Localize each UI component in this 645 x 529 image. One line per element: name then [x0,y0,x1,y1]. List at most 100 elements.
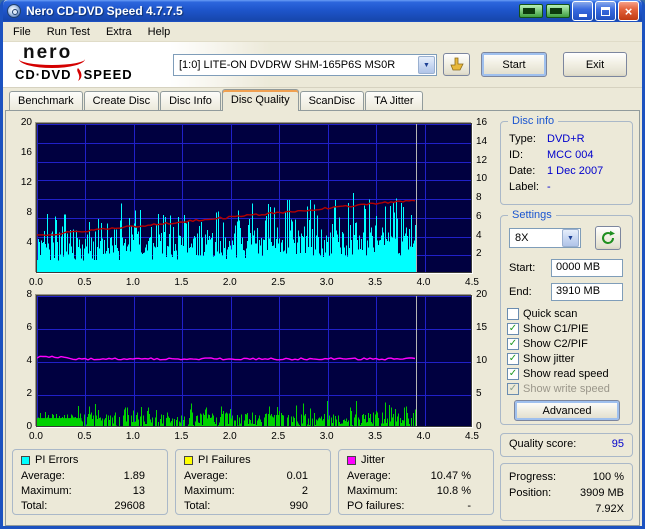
tick-label: 20 [476,289,488,300]
close-button[interactable]: × [618,1,639,21]
tick-label: 12 [20,177,32,188]
start-input[interactable]: 0000 MB [551,259,623,277]
checkbox-box[interactable]: ✓ [507,337,519,350]
pi-failures-panel: PI Failures Average: 0.01 Maximum: 2 Total… [175,449,331,515]
tick-label: 2 [26,388,32,399]
checkbox-show-jitter[interactable]: ✓ Show jitter [507,351,629,366]
stat-value: 1.89 [123,470,145,482]
progress-value: 100 % [592,471,624,483]
stat-value: 2 [301,485,308,497]
tab-create-disc[interactable]: Create Disc [83,91,160,110]
menu-file[interactable]: File [5,24,39,40]
speed-select[interactable]: 8X ▼ [509,228,581,248]
chevron-down-icon[interactable]: ▼ [562,229,579,247]
menu-run-test[interactable]: Run Test [39,24,98,40]
tab-benchmark[interactable]: Benchmark [9,91,83,110]
speed-select-value: 8X [515,232,529,244]
stat-label: Total: [21,500,48,512]
end-input[interactable]: 3910 MB [551,283,623,301]
quality-score-row: Quality score: 95 [501,434,632,450]
eject-button[interactable] [443,53,470,76]
tick-label: 6 [26,322,32,333]
quality-score-group: Quality score: 95 [500,433,633,457]
tick-label: 8 [26,289,32,300]
stat-value: 13 [132,485,145,497]
tick-label: 1.0 [125,431,140,442]
tick-label: 1.5 [174,277,189,288]
window-title: Nero CD-DVD Speed 4.7.7.5 [26,4,183,18]
stat-label: Maximum: [347,485,398,497]
tab-ta-jitter[interactable]: TA Jitter [365,91,423,110]
disc-info-row: Date: 1 Dec 2007 [501,163,632,179]
tick-label: 10 [476,355,488,366]
progress-row: Position: 3909 MB [501,485,632,501]
drive-activity-indicator-2 [546,4,570,18]
stat-label: Average: [347,470,391,482]
checkbox-label: Show C1/PIE [523,322,589,335]
checkbox-box: ✓ [507,382,519,395]
chevron-down-icon[interactable]: ▼ [418,56,435,74]
panel-title-text: Jitter [361,454,385,466]
drive-activity-indicator [519,4,543,18]
tick-label: 16 [20,147,32,158]
tick-label: 2.5 [271,431,286,442]
pi-failures-jitter-chart: 0 2 4 6 8 0 5 10 15 20 0.0 0.5 1.0 1.5 2.0 2.5 3.0 3.5 4.0… [12,289,494,445]
checkbox-box[interactable]: ✓ [507,352,519,365]
tick-label: 2.5 [271,277,286,288]
tick-label: 15 [476,322,488,333]
tick-label: 3.0 [319,277,334,288]
titlebar[interactable]: Nero CD-DVD Speed 4.7.7.5 × [3,0,642,22]
tab-scandisc[interactable]: ScanDisc [299,91,365,110]
menu-extra[interactable]: Extra [98,24,140,40]
tick-label: 3.0 [319,431,334,442]
stat-label: Maximum: [21,485,72,497]
checkbox-box[interactable]: ✓ [507,322,519,335]
progress-value: 7.92X [595,503,624,515]
checkbox-label: Quick scan [523,307,578,320]
quality-score-value: 95 [611,438,624,450]
flame-icon [76,67,82,81]
advanced-button[interactable]: Advanced [514,400,620,421]
tick-label: 5 [476,388,482,399]
exit-button[interactable]: Exit [563,52,627,77]
checkbox-quick-scan[interactable]: Quick scan [507,306,629,321]
jitter-panel: Jitter Average: 10.47 % Maximum: 10.8 % PO… [338,449,494,515]
tick-label: 1.0 [125,277,140,288]
stat-row: Total: 29608 [21,499,159,514]
maximize-button[interactable] [595,1,616,21]
checkbox-box[interactable]: ✓ [507,367,519,380]
disc-info-row: Label: - [501,179,632,195]
refresh-icon [602,230,615,244]
tick-label: 6 [476,210,482,222]
checkbox-show-read-speed[interactable]: ✓ Show read speed [507,366,629,381]
nero-logo: nero CD·DVD SPEED [7,43,167,85]
stat-value: 10.8 % [436,485,471,497]
minimize-button[interactable] [572,1,593,21]
tick-label: 0.5 [77,431,92,442]
panel-title: PI Failures [184,453,322,468]
stat-row: Maximum: 13 [21,484,159,499]
refresh-button[interactable] [595,226,621,250]
tab-disc-quality[interactable]: Disc Quality [221,89,299,111]
header: nero CD·DVD SPEED [1:0] LITE-ON DVDRW SH… [3,42,642,88]
tick-label: 4.5 [465,431,479,442]
stat-value: 29608 [114,500,145,512]
tab-disc-info[interactable]: Disc Info [160,91,221,110]
pi-errors-color-swatch [21,456,30,465]
tick-label: 4 [476,229,482,241]
checkbox-show-c1-pie[interactable]: ✓ Show C1/PIE [507,321,629,336]
disc-info-value: DVD+R [547,133,585,145]
stat-label: Average: [184,470,228,482]
start-button[interactable]: Start [481,52,547,77]
menubar: File Run Test Extra Help [3,22,642,42]
drive-select[interactable]: [1:0] LITE-ON DVDRW SHM-165P6S MS0R ▼ [173,54,437,76]
checkbox-label: Show read speed [523,367,609,380]
checkbox-show-c2-pif[interactable]: ✓ Show C2/PIF [507,336,629,351]
checkbox-box[interactable] [507,307,519,320]
tick-label: 4.0 [416,277,431,288]
menu-help[interactable]: Help [140,24,179,40]
disc-info-value: - [547,181,551,193]
panel-title: PI Errors [21,453,159,468]
stat-label: Total: [184,500,211,512]
stat-row: Total: 990 [184,499,322,514]
